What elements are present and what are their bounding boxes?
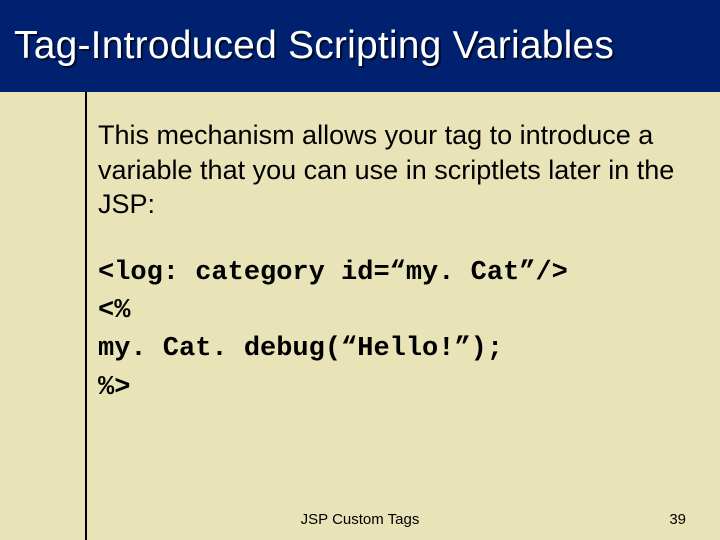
- title-bar: Tag-Introduced Scripting Variables: [0, 0, 720, 92]
- code-example: <log: category id=“my. Cat”/> <% my. Cat…: [98, 254, 678, 407]
- vertical-divider: [85, 92, 87, 540]
- code-line: my. Cat. debug(“Hello!”);: [98, 334, 503, 364]
- slide-title: Tag-Introduced Scripting Variables: [14, 24, 614, 68]
- code-line: <%: [98, 296, 130, 326]
- code-line: <log: category id=“my. Cat”/>: [98, 258, 568, 288]
- page-number: 39: [669, 511, 686, 528]
- code-line: %>: [98, 373, 130, 403]
- slide-body: This mechanism allows your tag to introd…: [98, 118, 678, 407]
- description-paragraph: This mechanism allows your tag to introd…: [98, 118, 678, 222]
- footer-title: JSP Custom Tags: [0, 511, 720, 528]
